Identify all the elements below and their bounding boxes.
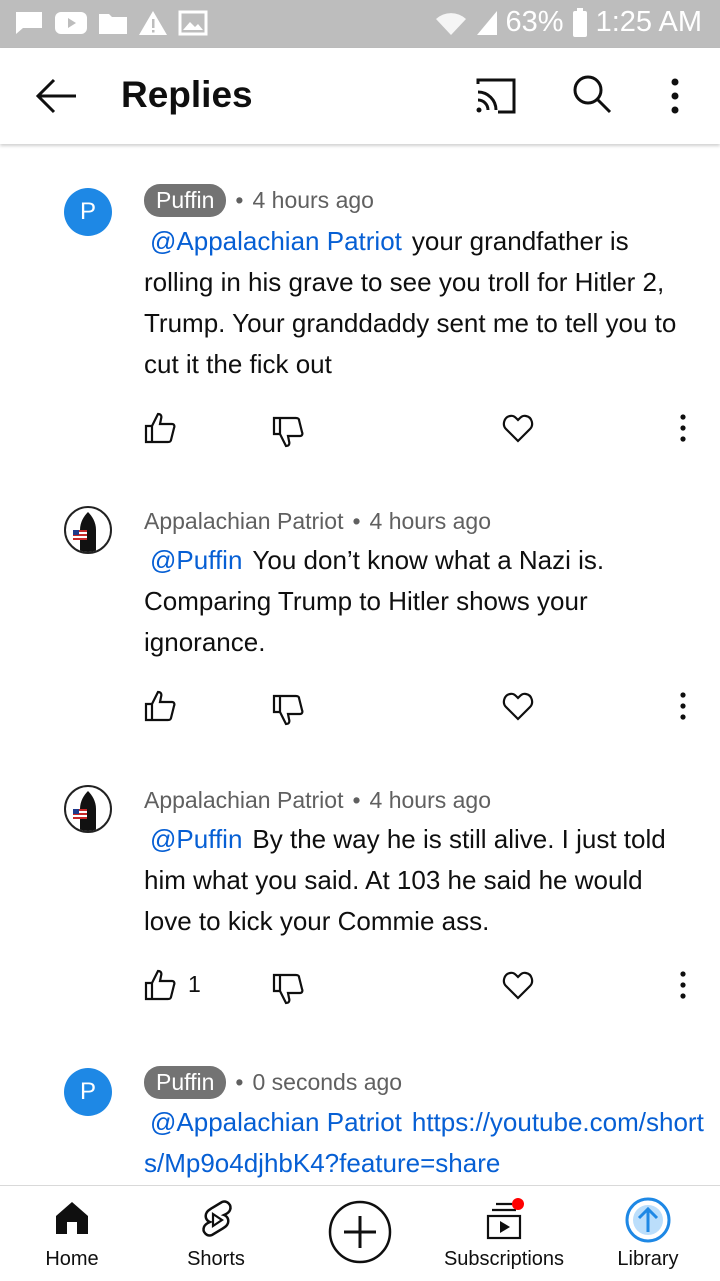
avatar[interactable]: P (64, 188, 112, 236)
nav-home[interactable]: Home (0, 1186, 144, 1281)
message-icon (16, 12, 42, 34)
author-name[interactable]: Appalachian Patriot (144, 508, 343, 535)
search-icon[interactable] (572, 74, 612, 114)
author-chip[interactable]: Puffin (144, 184, 227, 217)
like-icon[interactable] (144, 412, 176, 444)
shorts-icon (202, 1200, 232, 1237)
comment-meta: Appalachian Patriot • 4 hours ago (144, 787, 491, 814)
add-icon (328, 1200, 392, 1264)
avatar[interactable]: P (64, 1068, 112, 1116)
status-bar: 63% 1:25 AM (0, 0, 720, 48)
author-name[interactable]: Appalachian Patriot (144, 787, 343, 814)
clock: 1:25 AM (595, 6, 702, 38)
bottom-navigation: Home Shorts Subscriptions Library (0, 1185, 720, 1281)
back-arrow-icon[interactable] (34, 76, 78, 116)
comment-time: 4 hours ago (369, 508, 492, 534)
comment-time: 4 hours ago (252, 187, 374, 213)
battery-percent: 63% (505, 6, 564, 38)
heart-icon[interactable] (502, 969, 534, 1001)
comment-body: @Puffin By the way he is still alive. I j… (144, 819, 692, 942)
more-options-icon[interactable] (660, 74, 690, 118)
subscriptions-icon (486, 1198, 524, 1240)
mention-link[interactable]: @Puffin (150, 545, 242, 575)
dislike-icon[interactable] (272, 973, 304, 1005)
home-icon (56, 1202, 88, 1234)
comment-more-icon[interactable] (674, 690, 692, 722)
avatar[interactable] (64, 785, 112, 833)
create-button[interactable] (288, 1186, 432, 1281)
comment-more-icon[interactable] (674, 969, 692, 1001)
mention-link[interactable]: @Puffin (150, 824, 242, 854)
warning-icon (139, 11, 167, 35)
like-count: 1 (188, 971, 201, 997)
author-chip[interactable]: Puffin (144, 1066, 227, 1099)
page-title: Replies (121, 74, 253, 115)
like-icon[interactable] (144, 690, 176, 722)
mention-link[interactable]: @Appalachian Patriot (150, 226, 402, 256)
nav-label-library: Library (617, 1248, 679, 1270)
meta-separator: • (235, 187, 244, 213)
battery-icon (572, 7, 587, 37)
dislike-icon[interactable] (272, 694, 304, 726)
comment-time: 4 hours ago (369, 787, 492, 813)
nav-library[interactable]: Library (576, 1186, 720, 1281)
mention-link[interactable]: @Appalachian Patriot (150, 1107, 402, 1137)
signal-icon (476, 10, 497, 35)
nav-shorts[interactable]: Shorts (144, 1186, 288, 1281)
dislike-icon[interactable] (272, 416, 304, 448)
comment-meta: Puffin • 4 hours ago (144, 184, 374, 217)
comment-actions (0, 412, 720, 452)
folder-icon (99, 14, 127, 34)
nav-label-subscriptions: Subscriptions (443, 1248, 565, 1270)
comment-body: @Puffin You don’t know what a Nazi is. Co… (144, 540, 614, 663)
like-icon[interactable] (144, 969, 176, 1001)
comment-more-icon[interactable] (674, 412, 692, 444)
comment-time: 0 seconds ago (252, 1069, 403, 1095)
library-upload-icon (625, 1197, 671, 1243)
nav-label-home: Home (45, 1248, 99, 1270)
comment-meta: Appalachian Patriot • 4 hours ago (144, 508, 491, 535)
comment-body: @Appalachian Patriot your grandfather is … (144, 221, 692, 385)
youtube-icon (55, 12, 87, 34)
heart-icon[interactable] (502, 690, 534, 722)
image-icon (178, 10, 208, 36)
comment-actions (0, 690, 720, 730)
patriot-avatar-image (73, 791, 96, 831)
nav-label-shorts: Shorts (187, 1248, 245, 1270)
notification-icons (14, 10, 208, 36)
cast-icon[interactable] (474, 76, 518, 116)
comment-actions: 1 (0, 969, 720, 1009)
meta-separator: • (352, 787, 361, 813)
meta-separator: • (235, 1069, 244, 1095)
nav-subscriptions[interactable]: Subscriptions (432, 1186, 576, 1281)
meta-separator: • (352, 508, 361, 534)
top-app-bar: Replies (0, 48, 720, 144)
avatar[interactable] (64, 506, 112, 554)
comment-meta: Puffin • 0 seconds ago (144, 1066, 402, 1099)
heart-icon[interactable] (502, 412, 534, 444)
comment-body: @Appalachian Patriot https://youtube.com/… (144, 1102, 704, 1184)
wifi-icon (435, 12, 466, 35)
patriot-avatar-image (73, 512, 96, 552)
